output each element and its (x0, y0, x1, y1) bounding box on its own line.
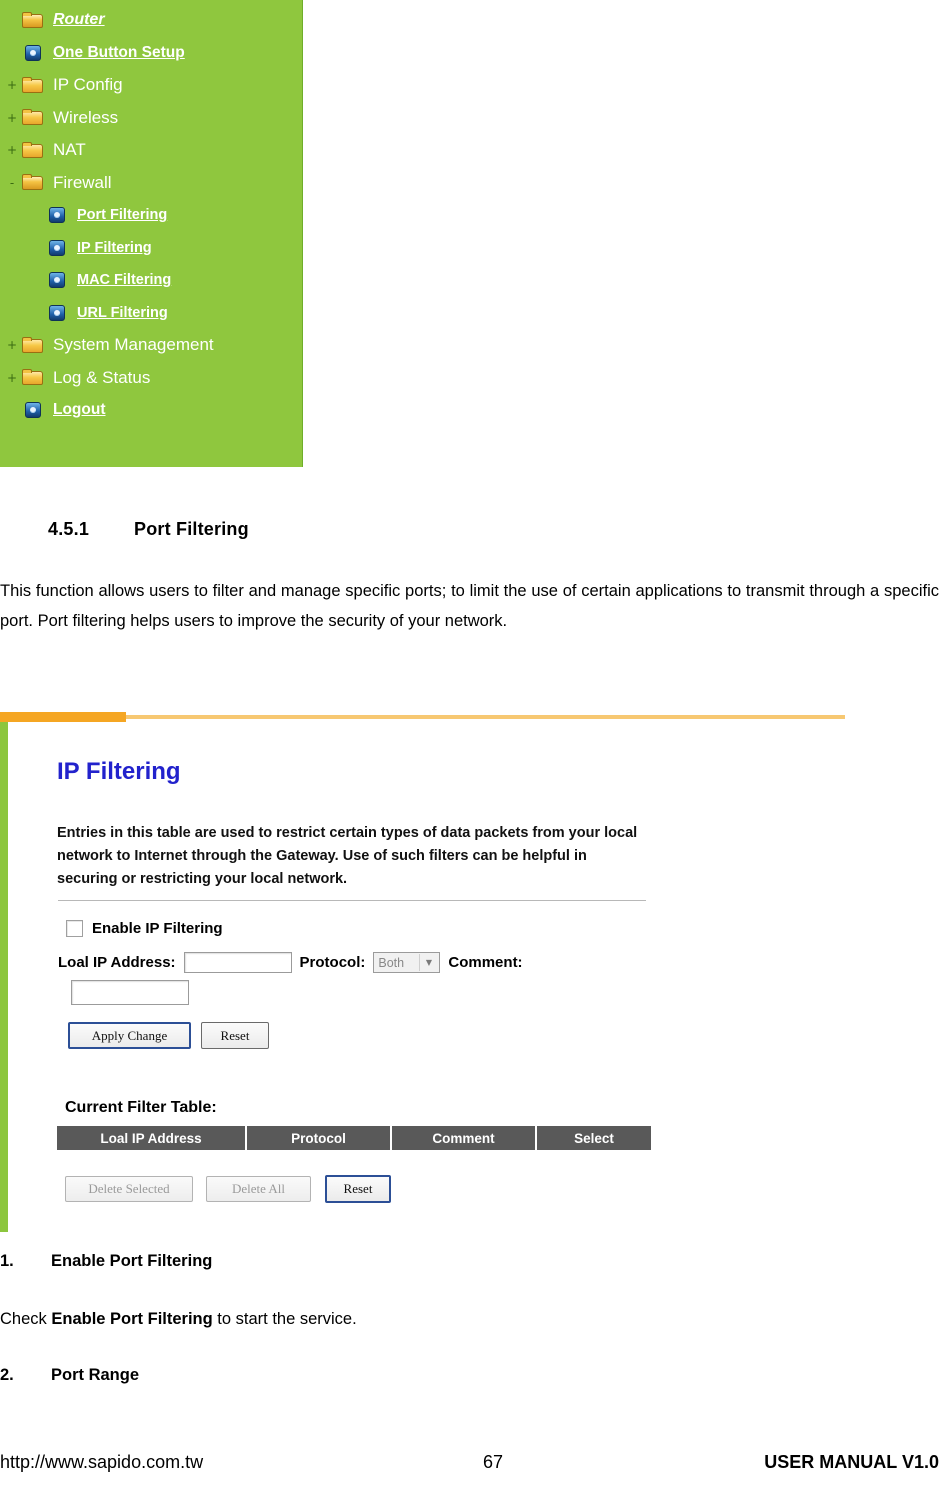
sidebar-item-label: URL Filtering (77, 304, 168, 321)
section-paragraph: This function allows users to filter and… (0, 576, 939, 636)
protocol-select[interactable]: Both ▼ (373, 952, 441, 973)
expand-icon[interactable]: + (4, 112, 20, 124)
panel-divider (58, 900, 646, 901)
expand-icon[interactable]: + (4, 339, 20, 351)
apply-change-button[interactable]: Apply Change (68, 1022, 191, 1049)
filter-table-header: Loal IP Address Protocol Comment Select (57, 1126, 651, 1150)
item-title: Enable Port Filtering (51, 1252, 213, 1270)
panel-body: IP Filtering Entries in this table are u… (8, 722, 845, 1232)
sidebar-item-one-button-setup[interactable]: One Button Setup (0, 37, 302, 70)
enable-ip-filtering-row[interactable]: Enable IP Filtering (66, 920, 223, 937)
sidebar-item-label: Port Filtering (77, 207, 168, 224)
table-header-local-ip: Loal IP Address (57, 1126, 247, 1150)
enable-ip-filtering-label: Enable IP Filtering (92, 920, 223, 937)
protocol-value: Both (378, 955, 405, 970)
delete-all-button[interactable]: Delete All (206, 1176, 311, 1202)
local-ip-input[interactable] (183, 952, 292, 973)
folder-icon (20, 369, 46, 386)
protocol-label: Protocol: (299, 954, 366, 971)
table-header-comment: Comment (392, 1126, 537, 1150)
sidebar-item-label: Wireless (53, 107, 119, 127)
check-suffix: to start the service. (212, 1310, 357, 1328)
router-menu-screenshot: Router One Button Setup + IP Config + Wi… (0, 0, 303, 467)
sidebar-item-log-and-status[interactable]: + Log & Status (0, 362, 302, 395)
bullet-icon (44, 304, 70, 321)
footer-url[interactable]: http://www.sapido.com.tw (0, 1452, 203, 1473)
sidebar-item-label: IP Config (53, 75, 123, 95)
table-header-protocol: Protocol (247, 1126, 392, 1150)
folder-icon (20, 336, 46, 354)
ip-filtering-screenshot: IP Filtering Entries in this table are u… (0, 712, 845, 1232)
sidebar-item-system-management[interactable]: + System Management (0, 329, 302, 362)
expand-icon[interactable]: + (4, 372, 20, 384)
enable-ip-filtering-checkbox[interactable] (66, 920, 83, 937)
list-item-enable-port-filtering: 1. Enable Port Filtering (0, 1252, 212, 1271)
sidebar-item-firewall[interactable]: - Firewall (0, 167, 302, 200)
chevron-down-icon: ▼ (419, 954, 438, 971)
panel-top-bar-line (126, 715, 845, 719)
bullet-icon (20, 402, 46, 419)
sidebar-item-label: NAT (53, 140, 86, 160)
delete-selected-button[interactable]: Delete Selected (65, 1176, 193, 1202)
sidebar-item-label: System Management (53, 335, 214, 355)
sidebar-item-label: IP Filtering (77, 239, 152, 256)
panel-top-bar-accent (0, 712, 126, 722)
folder-icon (20, 141, 46, 159)
panel-description: Entries in this table are used to restri… (57, 825, 638, 887)
folder-open-icon (20, 11, 46, 29)
collapse-icon[interactable]: - (4, 177, 20, 189)
panel-left-bar (0, 722, 8, 1232)
sidebar-item-ip-filtering[interactable]: IP Filtering (0, 232, 302, 265)
sidebar-item-label: Log & Status (53, 367, 151, 387)
sidebar-item-label: Router (53, 11, 105, 29)
sidebar-item-label: Logout (53, 401, 106, 419)
folder-open-icon (20, 174, 46, 191)
section-number: 4.5.1 (48, 519, 90, 539)
table-header-select: Select (537, 1126, 651, 1150)
sidebar-item-nat[interactable]: + NAT (0, 134, 302, 167)
item-number: 1. (0, 1252, 14, 1270)
sidebar-item-logout[interactable]: Logout (0, 394, 302, 427)
expand-icon[interactable]: + (4, 144, 20, 156)
current-filter-table-label: Current Filter Table: (65, 1099, 217, 1116)
bullet-icon (44, 239, 70, 256)
table-reset-button[interactable]: Reset (325, 1175, 391, 1203)
sidebar-item-label: One Button Setup (53, 43, 185, 61)
comment-label: Comment: (448, 954, 523, 971)
check-prefix: Check (0, 1310, 52, 1328)
filter-entry-row: Loal IP Address: Protocol: Both ▼ Commen… (58, 952, 523, 973)
comment-input[interactable] (71, 980, 189, 1005)
panel-title: IP Filtering (57, 758, 181, 785)
section-title: Port Filtering (134, 519, 249, 539)
list-item-port-range: 2. Port Range (0, 1366, 139, 1385)
reset-button[interactable]: Reset (201, 1022, 269, 1049)
item-number: 2. (0, 1366, 14, 1384)
check-bold: Enable Port Filtering (51, 1310, 213, 1328)
item-title: Port Range (51, 1366, 140, 1384)
folder-icon (20, 109, 46, 126)
sidebar-item-ip-config[interactable]: + IP Config (0, 69, 302, 102)
footer-manual-version: USER MANUAL V1.0 (764, 1452, 939, 1472)
panel-top-bar (0, 712, 845, 722)
folder-icon (20, 76, 46, 94)
section-heading: 4.5.1 Port Filtering (48, 519, 249, 540)
bullet-icon (44, 272, 70, 289)
sidebar-item-port-filtering[interactable]: Port Filtering (0, 199, 302, 232)
footer-page-number: 67 (483, 1452, 504, 1472)
sidebar-item-label: MAC Filtering (77, 272, 172, 289)
sidebar-item-label: Firewall (53, 172, 112, 192)
bullet-icon (44, 207, 70, 224)
sidebar-item-router[interactable]: Router (0, 4, 302, 37)
paragraph-text: This function allows users to filter and… (0, 582, 939, 630)
menu-list: Router One Button Setup + IP Config + Wi… (0, 0, 302, 427)
page-footer: http://www.sapido.com.tw 67 USER MANUAL … (0, 1452, 939, 1482)
enable-port-filtering-description: Check Enable Port Filtering to start the… (0, 1310, 357, 1329)
local-ip-label: Loal IP Address: (58, 954, 176, 971)
sidebar-item-url-filtering[interactable]: URL Filtering (0, 297, 302, 330)
bullet-icon (20, 44, 46, 61)
sidebar-item-wireless[interactable]: + Wireless (0, 102, 302, 135)
expand-icon[interactable]: + (4, 79, 20, 91)
sidebar-item-mac-filtering[interactable]: MAC Filtering (0, 264, 302, 297)
